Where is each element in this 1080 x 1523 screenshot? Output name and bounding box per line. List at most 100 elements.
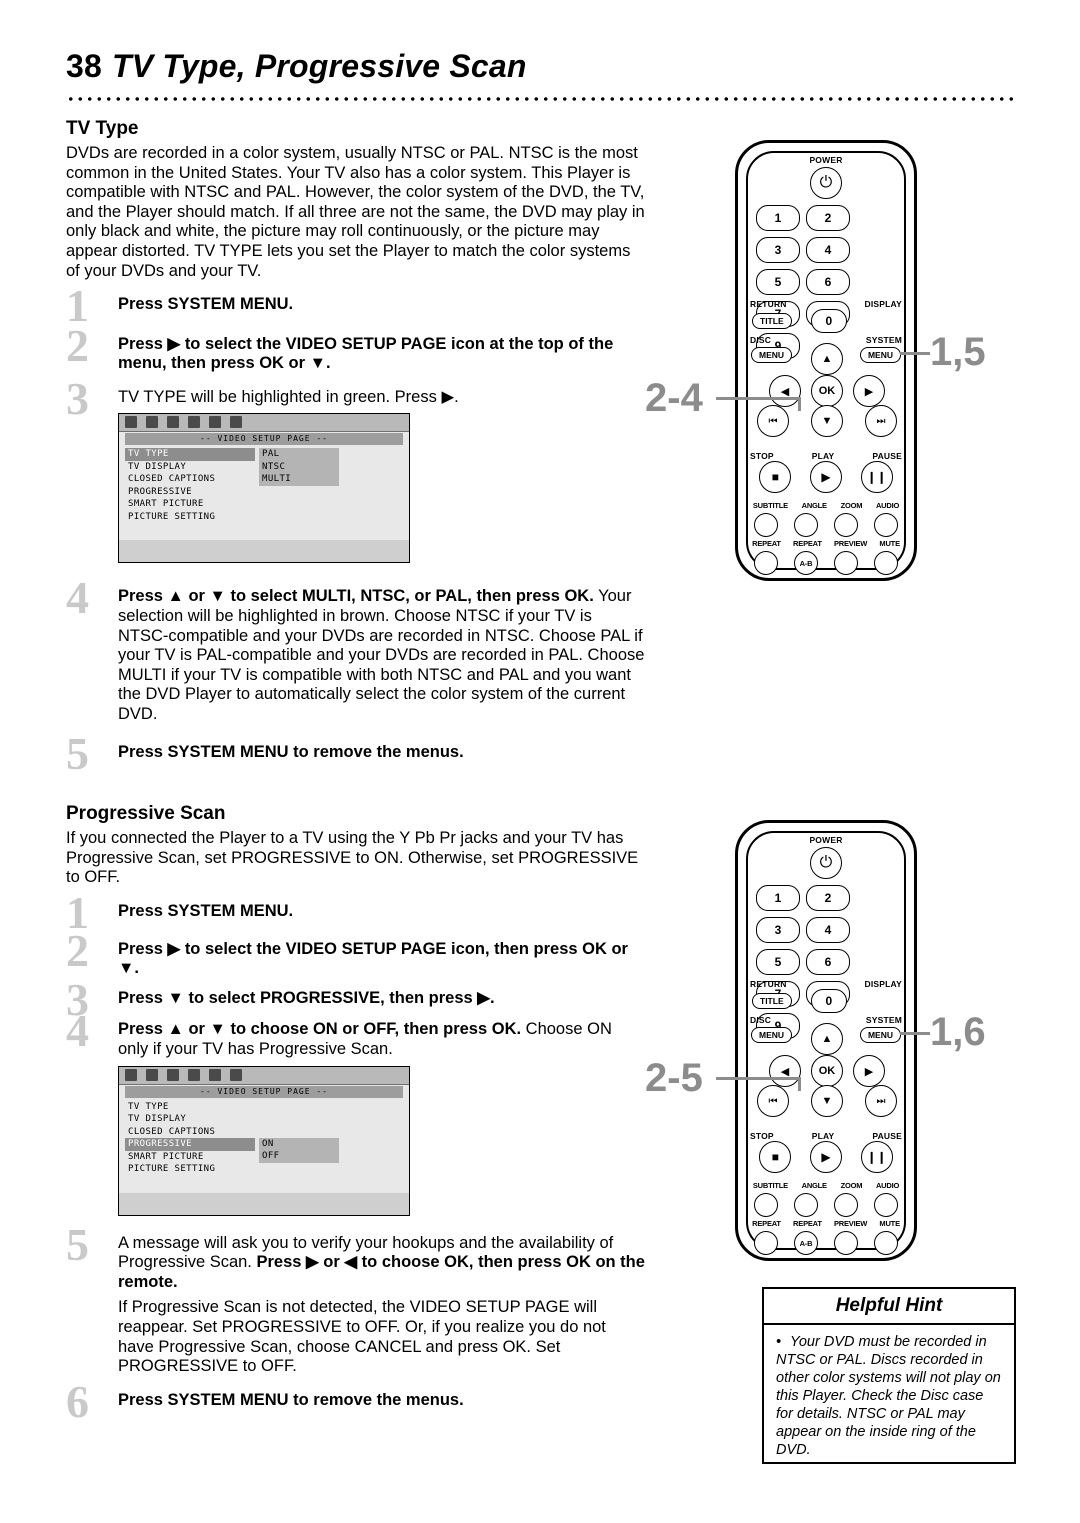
key-6[interactable]: 6 [806, 269, 850, 295]
title-button[interactable]: TITLE [752, 313, 792, 329]
display-label: DISPLAY [864, 299, 902, 309]
ok-button[interactable]: OK [811, 1055, 843, 1087]
video-setup-icon [167, 416, 179, 429]
osd-value: NTSC [259, 460, 339, 474]
step-item: 1 Press SYSTEM MENU. [66, 283, 646, 329]
remote-control-bottom: POWER ⏻ 1 2 3 4 5 6 7 8 9 RETURN DISPLAY… [735, 820, 917, 1261]
osd-menu-item: PICTURE SETTING [128, 1164, 216, 1175]
previous-button[interactable]: ⏮ [757, 1085, 789, 1117]
play-button[interactable]: ▶ [809, 1141, 842, 1173]
mute-button[interactable] [874, 551, 898, 575]
next-button[interactable]: ⏭ [865, 1085, 897, 1117]
preview-button[interactable] [834, 1231, 858, 1255]
system-menu-button[interactable]: MENU [859, 1027, 901, 1043]
manual-page: 38 TV Type, Progressive Scan TV Type DVDs… [0, 0, 1080, 1523]
key-4[interactable]: 4 [806, 237, 850, 263]
section-heading-progressive-scan: Progressive Scan [66, 803, 226, 824]
ok-button[interactable]: OK [811, 375, 843, 407]
power-button[interactable]: ⏻ [810, 167, 842, 199]
power-label: POWER [809, 835, 843, 845]
play-label: PLAY [811, 1131, 835, 1141]
callout-1-6: 1,6 [930, 1010, 986, 1054]
step-number: 2 [66, 319, 89, 371]
left-button[interactable]: ◀ [769, 1055, 801, 1087]
repeat-button[interactable] [754, 1231, 778, 1255]
power-button[interactable]: ⏻ [810, 847, 842, 879]
key-1[interactable]: 1 [756, 885, 800, 911]
general-setup-icon [125, 416, 137, 429]
osd-value-list: PAL NTSC MULTI [259, 448, 339, 486]
step-number: 2 [66, 924, 89, 976]
next-button[interactable]: ⏭ [865, 405, 897, 437]
mute-button[interactable] [874, 1231, 898, 1255]
zoom-button[interactable] [834, 513, 858, 537]
callout-lead-line [716, 1077, 800, 1080]
zoom-button[interactable] [834, 1193, 858, 1217]
osd-value: PAL [259, 448, 339, 461]
callout-2-5: 2-5 [645, 1056, 703, 1100]
key-0[interactable]: 0 [810, 309, 847, 333]
angle-button[interactable] [794, 513, 818, 537]
step-text: Press SYSTEM MENU. [118, 902, 294, 920]
key-2[interactable]: 2 [806, 885, 850, 911]
key-0[interactable]: 0 [810, 989, 847, 1013]
audio-button[interactable] [874, 1193, 898, 1217]
down-button[interactable]: ▼ [811, 1085, 843, 1117]
angle-button[interactable] [794, 1193, 818, 1217]
play-label: PLAY [811, 451, 835, 461]
step-text: Press ▲ or ▼ to select MULTI, NTSC, or P… [118, 587, 645, 723]
pause-icon: ❙❙ [866, 1150, 887, 1164]
system-menu-button[interactable]: MENU [859, 347, 901, 363]
key-4[interactable]: 4 [806, 917, 850, 943]
pause-button[interactable]: ❙❙ [860, 1141, 893, 1173]
return-label: RETURN [750, 979, 787, 989]
title-button[interactable]: TITLE [752, 993, 792, 1009]
right-button[interactable]: ▶ [853, 375, 885, 407]
chevron-right-icon: ▶ [864, 1065, 874, 1078]
osd-page-title: -- VIDEO SETUP PAGE -- [125, 433, 403, 446]
subtitle-button[interactable] [754, 513, 778, 537]
key-3[interactable]: 3 [756, 917, 800, 943]
audio-button[interactable] [874, 513, 898, 537]
repeat-button[interactable] [754, 551, 778, 575]
key-6[interactable]: 6 [806, 949, 850, 975]
stop-button[interactable]: ■ [759, 1141, 792, 1173]
previous-button[interactable]: ⏮ [757, 405, 789, 437]
key-1[interactable]: 1 [756, 205, 800, 231]
key-3[interactable]: 3 [756, 237, 800, 263]
step-text: A message will ask you to verify your ho… [118, 1233, 645, 1291]
navigation-pad: MENU MENU ▲ ◀ OK ▶ ▼ ⏮ ⏭ [751, 343, 901, 437]
up-button[interactable]: ▲ [811, 343, 843, 375]
angle-label: ANGLE [801, 1181, 827, 1190]
key-5[interactable]: 5 [756, 949, 800, 975]
osd-menu-item: TV TYPE [125, 448, 255, 461]
lock-icon [209, 1068, 221, 1081]
subtitle-button[interactable] [754, 1193, 778, 1217]
repeat-label: REPEAT [752, 1219, 781, 1228]
key-5[interactable]: 5 [756, 269, 800, 295]
stop-button[interactable]: ■ [759, 461, 792, 493]
up-button[interactable]: ▲ [811, 1023, 843, 1055]
disc-menu-button[interactable]: MENU [751, 347, 793, 363]
key-2[interactable]: 2 [806, 205, 850, 231]
step-item: 3 TV TYPE will be highlighted in green. … [66, 375, 646, 564]
osd-menu-item: CLOSED CAPTIONS [128, 474, 216, 485]
left-button[interactable]: ◀ [769, 375, 801, 407]
pause-label: PAUSE [872, 1131, 902, 1141]
play-button[interactable]: ▶ [809, 461, 842, 493]
right-button[interactable]: ▶ [853, 1055, 885, 1087]
audio-setup-icon [146, 1068, 158, 1081]
callout-lead-line [900, 1032, 930, 1035]
stop-label: STOP [750, 1131, 774, 1141]
section-intro-progressive-scan: If you connected the Player to a TV usin… [66, 829, 639, 887]
preview-button[interactable] [834, 551, 858, 575]
disc-menu-button[interactable]: MENU [751, 1027, 793, 1043]
bullet-icon: • [776, 1334, 782, 1350]
power-icon: ⏻ [819, 174, 833, 191]
repeat-ab-label: REPEAT [793, 539, 822, 548]
pause-button[interactable]: ❙❙ [860, 461, 893, 493]
audio-label: AUDIO [875, 1181, 900, 1190]
down-button[interactable]: ▼ [811, 405, 843, 437]
progressive-scan-steps: 1 Press SYSTEM MENU. 2 Press ▶ to select… [66, 890, 646, 1425]
callout-1-5: 1,5 [930, 330, 986, 374]
